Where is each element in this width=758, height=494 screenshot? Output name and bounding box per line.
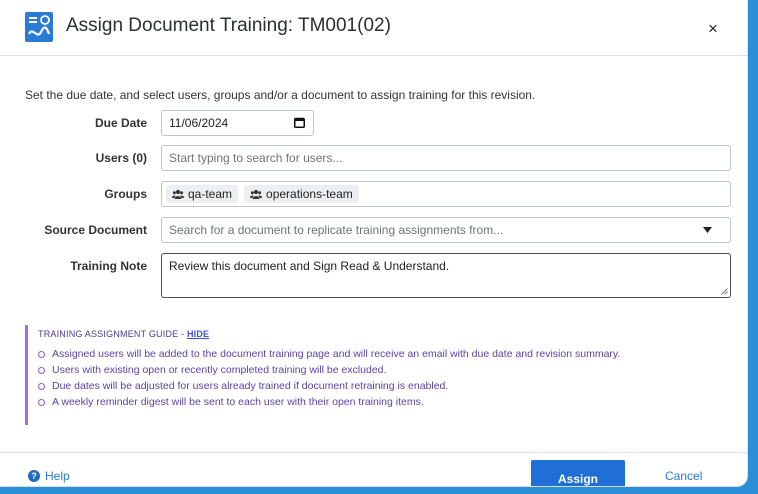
help-link[interactable]: ? Help [28, 469, 70, 483]
guide-hide-link[interactable]: HIDE [187, 329, 209, 339]
close-icon[interactable]: × [703, 19, 723, 39]
due-date-value: 11/06/2024 [169, 116, 229, 130]
guide-title-text: TRAINING ASSIGNMENT GUIDE - [38, 329, 187, 339]
guide-item: Due dates will be adjusted for users alr… [38, 378, 730, 394]
group-chip-label: qa-team [188, 187, 233, 201]
group-chip[interactable]: qa-team [166, 185, 239, 203]
training-assignment-guide: TRAINING ASSIGNMENT GUIDE - HIDE Assigne… [25, 325, 730, 425]
users-row: Users (0) [0, 145, 747, 173]
document-training-logo-icon [25, 12, 53, 42]
due-date-input[interactable]: 11/06/2024 [161, 110, 314, 136]
guide-list: Assigned users will be added to the docu… [38, 346, 730, 410]
training-note-value: Review this document and Sign Read & Und… [169, 259, 450, 273]
guide-item: Assigned users will be added to the docu… [38, 346, 730, 362]
group-icon [172, 189, 184, 199]
guide-item: A weekly reminder digest will be sent to… [38, 394, 730, 410]
groups-row: Groups qa-team operations-team [0, 181, 747, 209]
groups-label: Groups [104, 187, 147, 201]
guide-item: Users with existing open or recently com… [38, 362, 730, 378]
groups-input[interactable]: qa-team operations-team [161, 181, 731, 207]
due-date-row: Due Date 11/06/2024 [0, 110, 747, 138]
group-chip-label: operations-team [266, 187, 353, 201]
users-search-input[interactable] [161, 145, 731, 171]
source-document-label: Source Document [44, 223, 147, 237]
dialog-footer: ? Help Assign Cancel [0, 452, 747, 486]
group-chip[interactable]: operations-team [244, 185, 359, 203]
dialog-title: Assign Document Training: TM001(02) [66, 15, 391, 36]
cancel-button[interactable]: Cancel [665, 469, 702, 483]
guide-title: TRAINING ASSIGNMENT GUIDE - HIDE [38, 329, 730, 339]
training-note-textarea[interactable]: Review this document and Sign Read & Und… [161, 253, 731, 298]
help-label: Help [45, 469, 70, 483]
source-document-select[interactable] [161, 217, 731, 243]
resize-handle-icon[interactable] [721, 288, 728, 295]
dialog-header: Assign Document Training: TM001(02) × [0, 0, 747, 56]
help-icon: ? [28, 470, 40, 482]
training-note-row: Training Note Review this document and S… [0, 253, 747, 299]
caret-down-icon[interactable] [703, 227, 712, 233]
due-date-label: Due Date [94, 116, 147, 130]
assign-button[interactable]: Assign [531, 460, 625, 486]
assign-training-dialog: Assign Document Training: TM001(02) × Se… [0, 0, 747, 486]
source-document-row: Source Document [0, 217, 747, 245]
training-note-label: Training Note [70, 259, 147, 273]
intro-text: Set the due date, and select users, grou… [25, 88, 536, 102]
users-label: Users (0) [95, 151, 147, 165]
calendar-icon[interactable] [294, 117, 305, 128]
group-icon [250, 189, 263, 199]
